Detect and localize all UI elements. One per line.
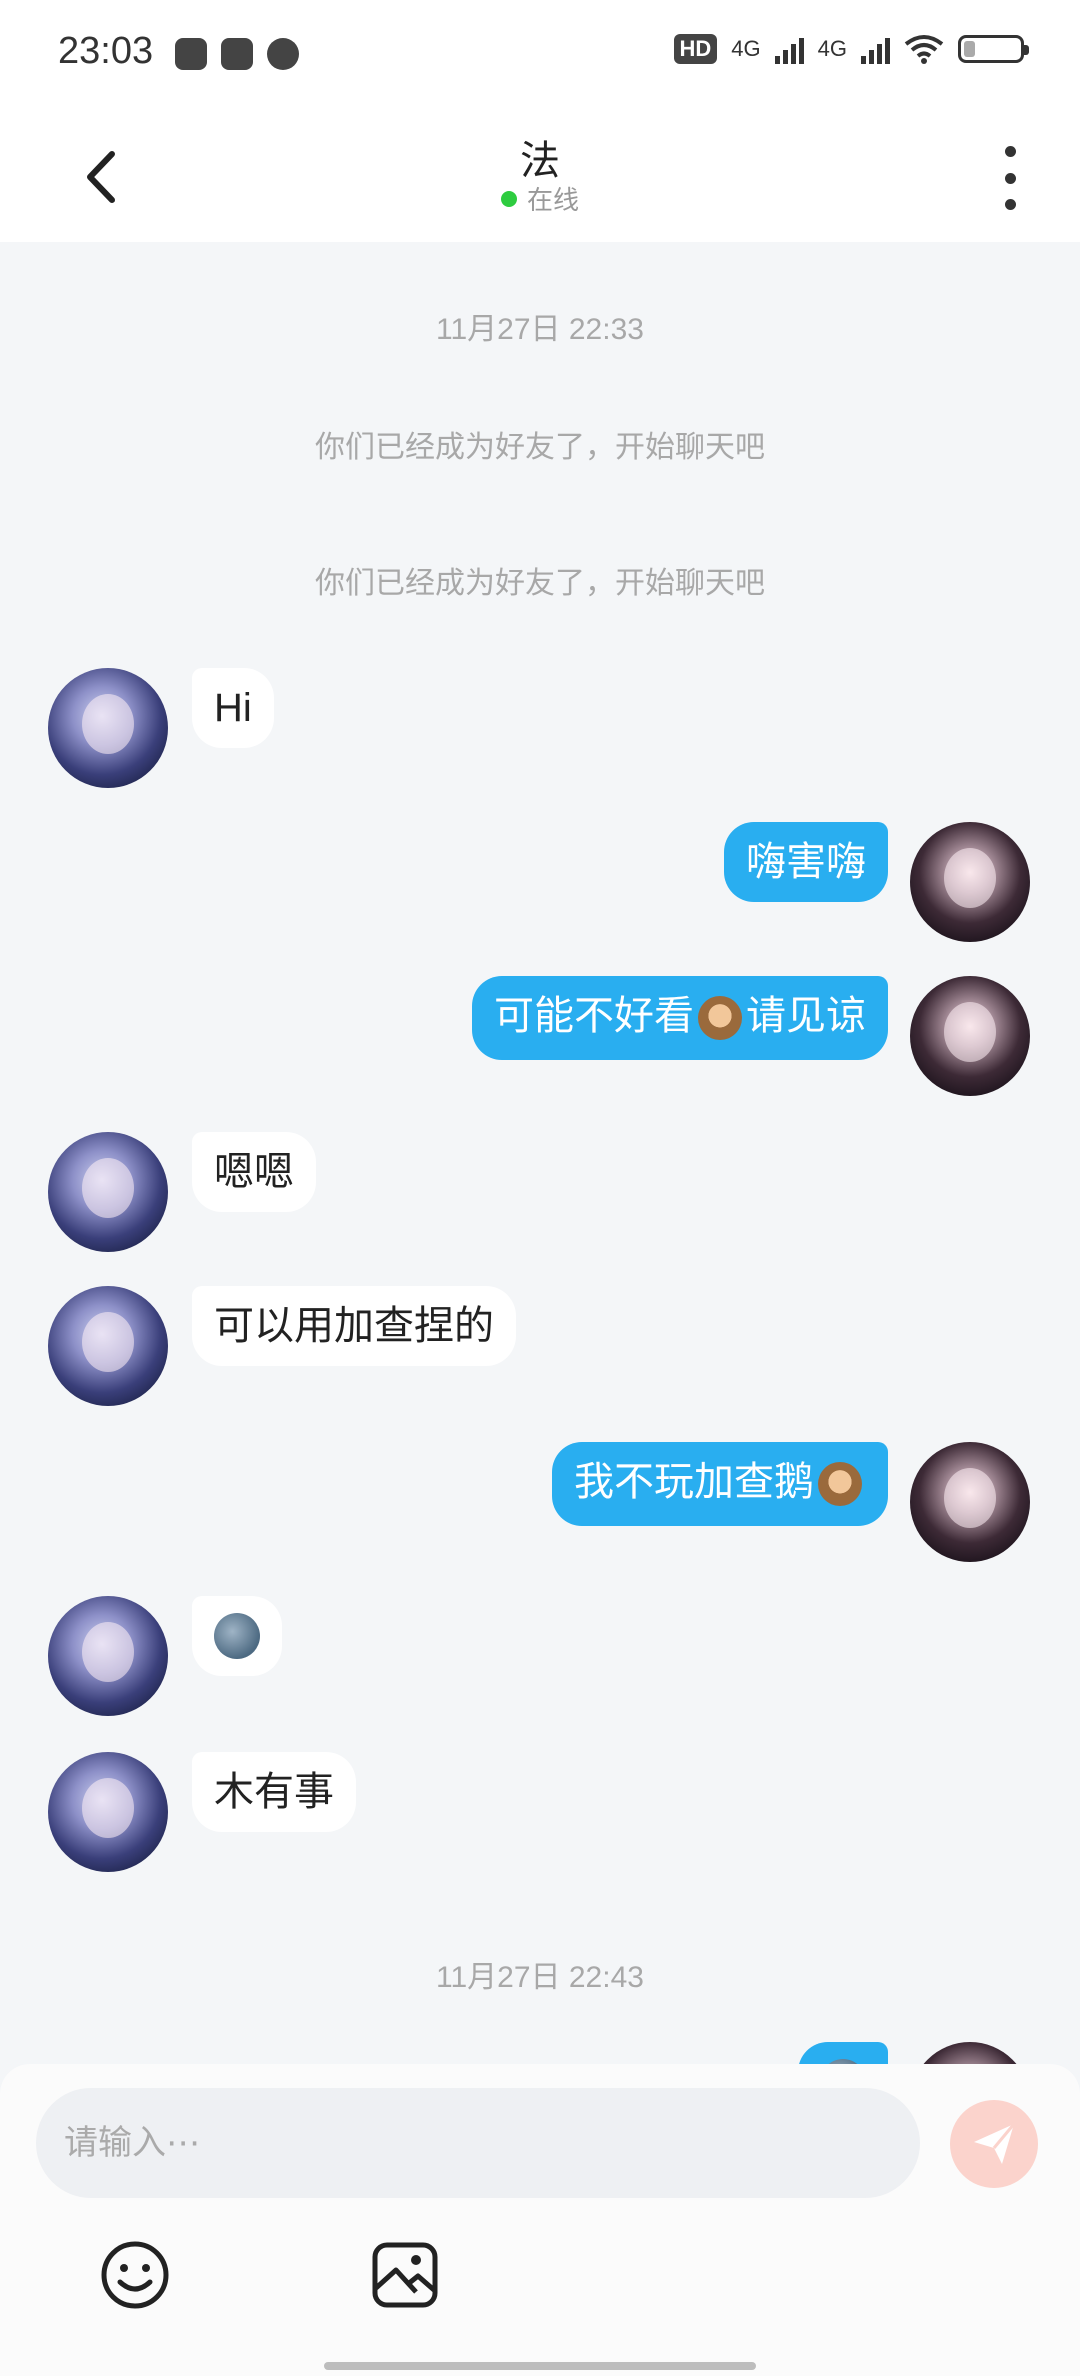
battery-level <box>964 41 975 57</box>
signal-icon-2 <box>861 34 890 64</box>
network-type-label: 4G <box>731 36 761 61</box>
see-no-evil-monkey-icon <box>698 996 742 1041</box>
app-notification-icon <box>175 38 207 70</box>
system-message: 你们已经成为好友了，开始聊天吧 <box>315 567 765 600</box>
more-vertical-icon[interactable] <box>990 146 1030 210</box>
online-dot-icon <box>500 190 517 207</box>
contact-avatar[interactable] <box>48 668 168 788</box>
contact-avatar[interactable] <box>48 1286 168 1406</box>
contact-name: 法 <box>520 139 560 183</box>
outgoing-message-bubble[interactable]: 可能不好看 请见谅 <box>472 976 888 1061</box>
incoming-message-bubble[interactable]: 嗯嗯 <box>192 1132 316 1212</box>
my-avatar[interactable] <box>910 2042 1030 2064</box>
outgoing-message-bubble[interactable]: 嗨害嗨 <box>724 822 888 902</box>
outgoing-message-bubble[interactable] <box>798 2042 888 2064</box>
message-list[interactable]: 11月27日 22:33 你们已经成为好友了，开始聊天吧 你们已经成为好友了，开… <box>0 242 1080 2064</box>
my-avatar[interactable] <box>910 976 1030 1096</box>
system-status-icons: HD 4G 4G <box>673 34 1029 64</box>
timestamp: 11月27日 22:33 <box>436 313 644 346</box>
home-indicator[interactable] <box>324 2362 756 2370</box>
message-text: 可能不好看 <box>494 994 694 1038</box>
message-text: 我不玩加查鹅 <box>574 1460 814 1504</box>
incoming-message-bubble[interactable]: 木有事 <box>192 1752 356 1832</box>
message-input[interactable]: 请输入⋯ <box>36 2088 920 2198</box>
status-bar: 23:03 HD 4G 4G <box>0 0 1080 110</box>
outgoing-message-bubble[interactable]: 我不玩加查鹅 <box>552 1442 888 1527</box>
battery-icon <box>958 35 1029 63</box>
network-type-label-2: 4G <box>817 36 847 61</box>
contact-avatar[interactable] <box>48 1752 168 1872</box>
incoming-message-bubble[interactable]: 可以用加查捏的 <box>192 1286 516 1366</box>
image-icon[interactable] <box>370 2240 440 2310</box>
timestamp: 11月27日 22:43 <box>436 1961 644 1994</box>
online-status-label: 在线 <box>526 185 579 215</box>
my-avatar[interactable] <box>910 1442 1030 1562</box>
signal-icon <box>774 34 804 64</box>
incoming-message-bubble[interactable] <box>192 1596 282 1676</box>
online-status: 在线 <box>0 180 1080 217</box>
hd-icon: HD <box>673 34 718 64</box>
notification-icons <box>175 38 299 70</box>
book-notification-icon <box>221 38 253 70</box>
send-paper-plane-icon <box>974 2123 1016 2164</box>
chat-header: 法 在线 <box>0 110 1080 242</box>
contact-avatar[interactable] <box>48 1596 168 1716</box>
composer: 请输入⋯ <box>0 2064 1080 2376</box>
contact-avatar[interactable] <box>48 1132 168 1252</box>
speed-notification-icon <box>267 38 299 70</box>
incoming-message-bubble[interactable]: Hi <box>192 668 274 748</box>
smiley-icon[interactable] <box>100 2240 170 2310</box>
wifi-icon <box>904 35 944 64</box>
send-button[interactable] <box>950 2100 1038 2188</box>
my-avatar[interactable] <box>910 822 1030 942</box>
status-time: 23:03 <box>58 30 154 72</box>
new-moon-face-icon <box>214 1613 260 1659</box>
see-no-evil-monkey-icon <box>818 1462 862 1507</box>
message-text: 请见谅 <box>746 994 866 1038</box>
system-message: 你们已经成为好友了，开始聊天吧 <box>315 431 765 464</box>
